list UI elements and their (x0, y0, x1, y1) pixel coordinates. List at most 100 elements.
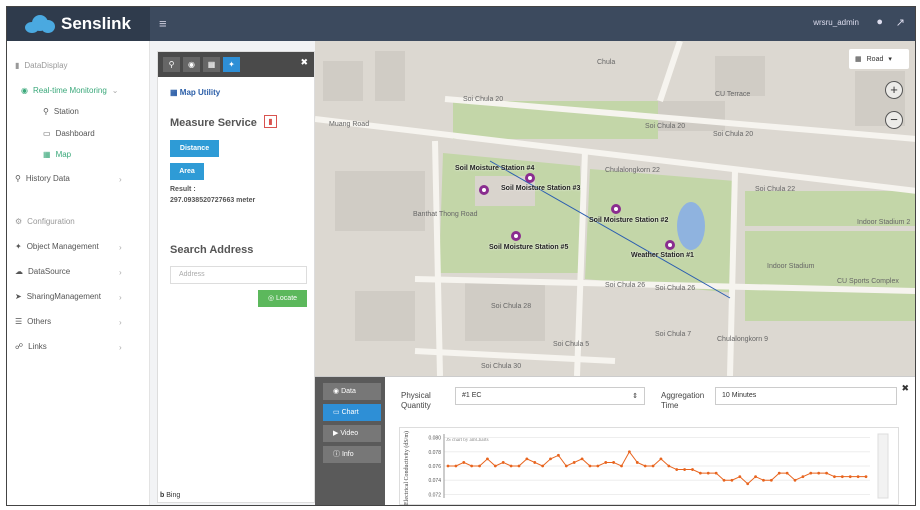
ec-data-point (714, 471, 718, 475)
sidebar: ▮ DataDisplay ◉ Real-time Monitoring ⌄ ⚲ Sta… (7, 41, 150, 505)
ec-data-point (446, 464, 450, 468)
ec-data-point (478, 464, 481, 468)
ec-data-point (659, 457, 663, 461)
menu-toggle-icon[interactable]: ≡ (159, 16, 167, 31)
ec-data-point (509, 464, 513, 468)
distance-button[interactable]: Distance (170, 140, 219, 157)
ec-data-point (486, 457, 489, 461)
ec-data-point (738, 475, 742, 479)
station-label[interactable]: Soil Moisture Station #5 (489, 244, 568, 252)
wrench-icon: ✦ (15, 242, 22, 251)
ec-data-point (833, 475, 836, 479)
sidebar-item-sharing[interactable]: ➤ SharingManagement (15, 292, 101, 301)
map-label: Soi Chula 20 (463, 96, 504, 103)
tab-video[interactable]: ▶ Video (323, 425, 381, 442)
top-bar: Senslink ≡ wrsru_admin ● ↗ (7, 7, 915, 41)
locate-button[interactable]: ◎ Locate (258, 290, 307, 307)
ec-line-chart: Electrical Conductivity (dS/m) JS chart b… (403, 431, 889, 505)
map-icon: ▦ (170, 88, 178, 97)
ec-data-point (746, 482, 750, 486)
sidebar-item-history[interactable]: ⚲ History Data (15, 174, 70, 183)
pin-tab-icon[interactable]: ⚲ (163, 57, 180, 72)
ec-data-point (817, 471, 821, 475)
aggregation-time-select[interactable]: 10 Minutes (715, 387, 897, 405)
station-marker[interactable] (511, 231, 521, 241)
bottom-tabs: ◉ Data ▭ Chart ▶ Video ⓘ Info (315, 377, 385, 505)
address-input[interactable]: Address (170, 266, 307, 284)
close-icon[interactable]: ✖ (901, 383, 909, 394)
eye-icon: ◉ (21, 86, 28, 95)
fullscreen-icon[interactable]: ↗ (896, 16, 905, 29)
close-icon[interactable]: ✖ (300, 57, 308, 68)
tab-data[interactable]: ◉ Data (323, 383, 381, 400)
ec-data-point (754, 475, 757, 479)
ec-data-point (801, 475, 805, 479)
map-pin-icon: ⚲ (43, 107, 49, 116)
sidebar-item-links[interactable]: ☍ Links (15, 342, 47, 351)
utility-title: ▦ Map Utility (170, 88, 221, 97)
trash-icon[interactable]: ▮ (264, 115, 277, 128)
map-layer-icon: ▦ (855, 56, 862, 63)
map-label: Soi Chula 5 (553, 341, 590, 348)
map-label: CU Sports Complex (837, 278, 899, 285)
map-utility-panel: ⚲ ◉ ▦ ✦ ✖ ▦ Map Utility Measure Service … (157, 51, 315, 503)
user-avatar-icon[interactable]: ● (876, 16, 883, 28)
ec-data-point (541, 464, 545, 468)
zoom-in-icon[interactable]: + (885, 81, 903, 99)
tab-info[interactable]: ⓘ Info (323, 446, 381, 463)
ec-data-point (517, 464, 521, 468)
station-label[interactable]: Soil Moisture Station #3 (501, 185, 580, 193)
sidebar-item-object-management[interactable]: ✦ Object Management (15, 242, 99, 251)
sidebar-item-configuration[interactable]: ⚙ Configuration (15, 217, 75, 226)
station-label[interactable]: Soil Moisture Station #2 (589, 217, 668, 225)
zoom-out-icon[interactable]: − (885, 111, 903, 129)
station-label[interactable]: Soil Moisture Station #4 (455, 165, 534, 173)
caret-down-icon: ▾ (888, 56, 892, 63)
map-label: Soi Chula 28 (491, 303, 532, 310)
ec-data-point (493, 464, 497, 468)
eye-tab-icon[interactable]: ◉ (183, 57, 200, 72)
brand[interactable]: Senslink (7, 7, 150, 41)
ec-data-point (864, 475, 868, 479)
ec-data-point (596, 464, 600, 468)
tab-chart[interactable]: ▭ Chart (323, 404, 381, 421)
station-marker[interactable] (479, 185, 489, 195)
chart-area[interactable]: Electrical Conductivity (dS/m) JS chart b… (399, 427, 899, 505)
share-icon: ➤ (15, 292, 22, 301)
bing-logo: b Bing (160, 492, 181, 499)
sidebar-item-map[interactable]: ▦ Map (43, 150, 71, 159)
map-canvas[interactable]: Soi Chula 20 Soi Chula 20 Soi Chula 20 C… (315, 41, 915, 376)
sidebar-item-others[interactable]: ☰ Others (15, 317, 51, 326)
ec-data-point (549, 457, 552, 461)
ec-data-point (698, 471, 702, 475)
sidebar-item-datasource[interactable]: ☁ DataSource (15, 267, 70, 276)
sliders-icon: ☰ (15, 317, 23, 326)
station-marker[interactable] (611, 204, 621, 214)
ec-data-point (588, 464, 592, 468)
image-tab-icon[interactable]: ▦ (203, 57, 220, 72)
sidebar-item-datadisplay[interactable]: ▮ DataDisplay (15, 61, 68, 70)
y-tick-label: 0.080 (428, 436, 441, 442)
y-tick-label: 0.074 (428, 478, 441, 484)
monitor-icon: ▭ (43, 129, 51, 138)
station-label[interactable]: Weather Station #1 (631, 252, 694, 260)
ec-data-point (470, 464, 474, 468)
chart-credit: JS chart by amCharts (446, 438, 489, 443)
ec-data-point (809, 471, 813, 475)
station-marker[interactable] (525, 173, 535, 183)
ec-data-point (627, 450, 631, 454)
sidebar-item-realtime[interactable]: ◉ Real-time Monitoring ⌄ (21, 86, 119, 95)
link-icon: ☍ (15, 342, 24, 351)
station-marker[interactable] (665, 240, 675, 250)
sidebar-item-station[interactable]: ⚲ Station (43, 107, 79, 116)
sidebar-item-dashboard[interactable]: ▭ Dashboard (43, 129, 95, 138)
map-label: Indoor Stadium 2 (857, 219, 911, 226)
map-label: Chula (597, 59, 616, 66)
user-name[interactable]: wrsru_admin (813, 18, 859, 27)
wrench-tab-icon[interactable]: ✦ (223, 57, 240, 72)
ec-data-point (777, 471, 781, 475)
map-type-selector[interactable]: ▦ Road ▾ (849, 49, 909, 69)
area-button[interactable]: Area (170, 163, 204, 180)
chevron-right-icon: › (119, 175, 122, 184)
physical-quantity-select[interactable]: #1 EC ⇕ (455, 387, 645, 405)
